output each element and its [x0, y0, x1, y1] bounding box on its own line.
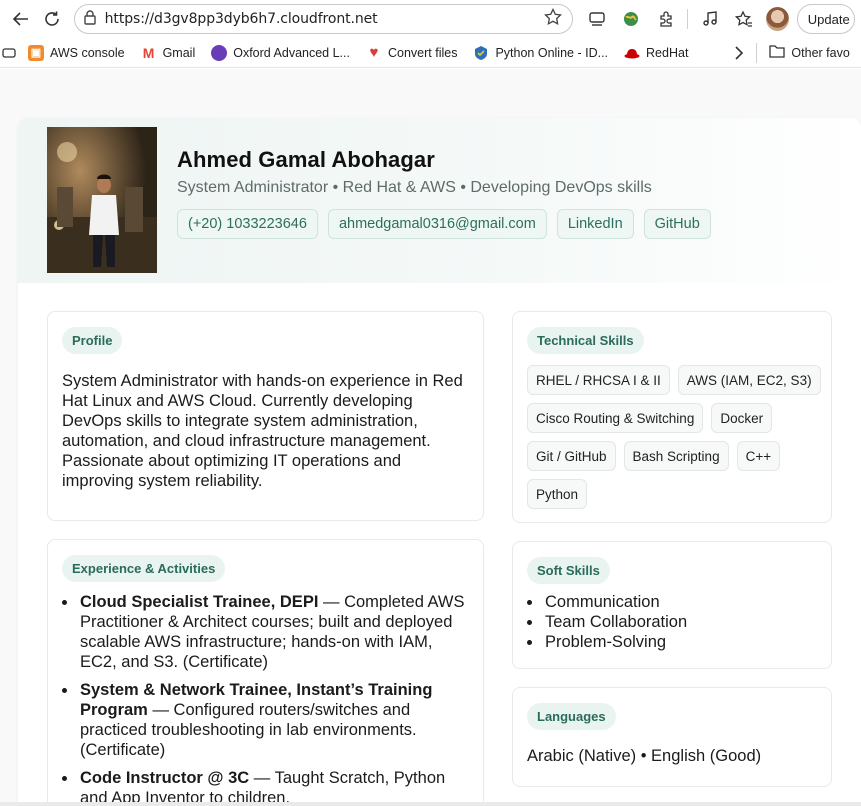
languages-text: Arabic (Native) • English (Good) — [527, 747, 762, 765]
oxford-icon — [211, 44, 228, 61]
skill-chip: Git / GitHub — [527, 441, 616, 471]
bookmark-convert-files[interactable]: ♥ Convert files — [358, 41, 465, 65]
full-name: Ahmed Gamal Abohagar — [177, 147, 435, 172]
skill-chip: Docker — [711, 403, 773, 433]
soft-skills-panel: Soft Skills Communication Team Collabora… — [512, 541, 832, 669]
languages-panel: Languages Arabic (Native) • English (Goo… — [512, 687, 832, 787]
skill-chip: C++ — [736, 441, 781, 471]
convert-icon: ♥ — [369, 44, 379, 61]
reading-mode-icon[interactable] — [579, 3, 614, 35]
bookmark-python-online[interactable]: Python Online - ID... — [465, 41, 616, 65]
bookmarks-bar: ▣ AWS console M Gmail Oxford Advanced L.… — [0, 38, 861, 68]
github-link[interactable]: GitHub — [643, 209, 711, 239]
lock-icon — [83, 9, 97, 30]
bookmark-label: Other favo — [791, 45, 850, 60]
languages-heading: Languages — [527, 703, 616, 730]
resume-card: Ahmed Gamal Abohagar System Administrato… — [18, 118, 861, 806]
bookmark-redhat[interactable]: RedHat — [616, 41, 696, 65]
media-icon[interactable] — [692, 3, 727, 35]
update-button[interactable]: Update — [796, 4, 855, 34]
list-item: Cloud Specialist Trainee, DEPI — Complet… — [62, 592, 470, 672]
gmail-icon: M — [142, 44, 155, 61]
skill-chip: Python — [527, 479, 588, 509]
chevron-right-icon[interactable] — [726, 41, 752, 65]
list-item: Team Collaboration — [527, 612, 817, 632]
address-bar[interactable]: https://d3gv8pp3dyb6h7.cloudfront.net — [73, 4, 574, 34]
profile-summary: System Administrator with hands-on exper… — [62, 372, 463, 490]
bookmark-label: RedHat — [646, 45, 689, 60]
toolbar-divider — [687, 9, 689, 29]
bookmark-oxford[interactable]: Oxford Advanced L... — [203, 41, 358, 65]
profile-heading: Profile — [62, 327, 123, 354]
list-item: Communication — [527, 592, 817, 612]
soft-skills-list: Communication Team Collaboration Problem… — [527, 592, 817, 652]
list-item: Code Instructor @ 3C — Taught Scratch, P… — [62, 768, 470, 806]
list-item: Problem-Solving — [527, 632, 817, 652]
skills-list: RHEL / RHCSA I & II AWS (IAM, EC2, S3) C… — [527, 365, 822, 509]
skill-chip: Bash Scripting — [623, 441, 729, 471]
extensions-icon[interactable] — [649, 3, 684, 35]
soft-skills-heading: Soft Skills — [527, 557, 610, 584]
experience-title: Cloud Specialist Trainee, DEPI — [80, 593, 319, 611]
url-text: https://d3gv8pp3dyb6h7.cloudfront.net — [104, 11, 378, 27]
python-icon — [473, 45, 489, 61]
skill-chip: Cisco Routing & Switching — [527, 403, 704, 433]
bookmarks-divider — [756, 42, 758, 63]
page-viewport: Ahmed Gamal Abohagar System Administrato… — [0, 69, 861, 806]
bookmark-label: AWS console — [50, 45, 125, 60]
bookmark-label: Python Online - ID... — [495, 45, 609, 60]
technical-skills-panel: Technical Skills RHEL / RHCSA I & II AWS… — [512, 311, 832, 523]
aws-icon: ▣ — [28, 44, 44, 61]
globe-extension-icon[interactable] — [614, 3, 649, 35]
experience-list: Cloud Specialist Trainee, DEPI — Complet… — [62, 592, 470, 806]
bookmark-aws-console[interactable]: ▣ AWS console — [20, 41, 133, 65]
experience-title: Code Instructor @ 3C — [80, 769, 250, 787]
bookmark-other-favorites[interactable]: Other favo — [761, 41, 857, 65]
list-item: System & Network Trainee, Instant’s Trai… — [62, 680, 470, 760]
job-tagline: System Administrator • Red Hat & AWS • D… — [177, 179, 652, 196]
linkedin-link[interactable]: LinkedIn — [556, 209, 634, 239]
back-icon[interactable] — [6, 3, 37, 35]
profile-avatar[interactable] — [765, 7, 789, 31]
skill-chip: RHEL / RHCSA I & II — [527, 365, 670, 395]
experience-heading: Experience & Activities — [62, 555, 226, 582]
technical-skills-heading: Technical Skills — [527, 327, 644, 354]
browser-toolbar: https://d3gv8pp3dyb6h7.cloudfront.net Up… — [0, 0, 861, 38]
experience-panel: Experience & Activities Cloud Specialist… — [47, 539, 484, 806]
bottom-edge — [0, 802, 861, 806]
phone-link[interactable]: (+20) 1033223646 — [177, 209, 318, 239]
email-link[interactable]: ahmedgamal0316@gmail.com — [327, 209, 547, 239]
tablet-icon[interactable] — [0, 41, 20, 65]
profile-panel: Profile System Administrator with hands-… — [47, 311, 484, 521]
profile-photo — [47, 127, 157, 273]
redhat-icon — [624, 45, 640, 61]
favorites-icon[interactable] — [727, 3, 762, 35]
bookmark-label: Oxford Advanced L... — [233, 45, 350, 60]
folder-icon — [769, 44, 786, 61]
bookmark-label: Gmail — [162, 45, 196, 60]
skill-chip: AWS (IAM, EC2, S3) — [677, 365, 821, 395]
bookmark-gmail[interactable]: M Gmail — [133, 41, 204, 65]
refresh-icon[interactable] — [37, 3, 68, 35]
bookmark-label: Convert files — [387, 45, 458, 60]
contact-links: (+20) 1033223646 ahmedgamal0316@gmail.co… — [177, 209, 711, 239]
star-icon[interactable] — [544, 7, 563, 31]
